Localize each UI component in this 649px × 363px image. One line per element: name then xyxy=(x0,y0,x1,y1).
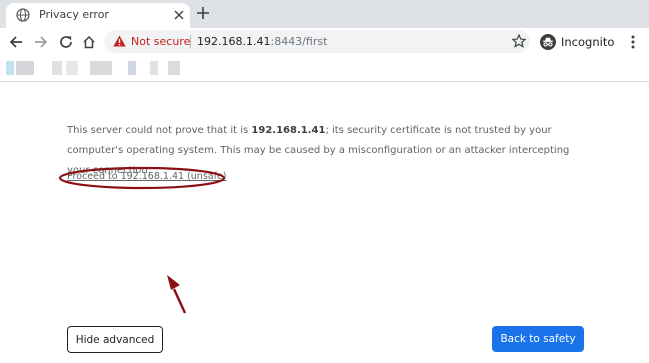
annotation-arrow-head xyxy=(167,275,180,290)
message-prefix: This server could not prove that it is xyxy=(67,125,252,136)
url-path: :8443/first xyxy=(270,35,328,48)
annotation-arrow-shaft xyxy=(172,288,187,314)
tab-title: Privacy error xyxy=(39,8,109,21)
bookmarks-bar xyxy=(0,55,649,82)
bookmark-blurred[interactable] xyxy=(52,61,62,75)
reload-icon[interactable] xyxy=(59,35,73,49)
bookmark-blurred[interactable] xyxy=(168,61,180,75)
close-icon[interactable] xyxy=(174,10,184,20)
tab-privacy-error[interactable]: Privacy error xyxy=(6,3,190,28)
bookmark-blurred[interactable] xyxy=(66,61,78,75)
star-icon[interactable] xyxy=(512,34,526,48)
incognito-label: Incognito xyxy=(561,35,615,49)
warning-icon[interactable] xyxy=(113,35,126,47)
bookmark-blurred[interactable] xyxy=(90,61,112,75)
back-arrow-icon[interactable] xyxy=(9,35,23,49)
forward-arrow-icon[interactable] xyxy=(34,35,48,49)
url-host: 192.168.1.41 xyxy=(197,35,271,48)
annotation-ellipse xyxy=(58,166,226,190)
bookmark-blurred[interactable] xyxy=(16,61,34,75)
incognito-indicator[interactable]: Incognito xyxy=(539,31,623,53)
address-bar[interactable]: Not secure 192.168.1.41:8443/first xyxy=(104,30,530,53)
plus-icon[interactable] xyxy=(197,7,209,19)
bookmark-blurred[interactable] xyxy=(128,61,136,75)
annotation-overlay xyxy=(58,166,226,314)
tab-strip: Privacy error xyxy=(0,0,649,28)
home-icon[interactable] xyxy=(82,35,96,49)
globe-icon xyxy=(16,8,30,22)
incognito-icon xyxy=(540,34,556,50)
more-vert-icon[interactable] xyxy=(630,35,636,49)
url-text[interactable]: 192.168.1.41:8443/first xyxy=(197,35,327,48)
interstitial-page: This server could not prove that it is 1… xyxy=(0,82,649,363)
message-host: 192.168.1.41 xyxy=(251,125,326,136)
security-status[interactable]: Not secure xyxy=(131,35,190,48)
back-to-safety-button[interactable]: Back to safety xyxy=(492,326,584,352)
browser-toolbar: Not secure 192.168.1.41:8443/first Incog… xyxy=(0,28,649,55)
bookmark-blurred[interactable] xyxy=(6,61,14,75)
hide-advanced-button[interactable]: Hide advanced xyxy=(67,326,163,353)
omnibox-divider xyxy=(190,35,191,48)
bookmark-blurred[interactable] xyxy=(150,61,158,75)
